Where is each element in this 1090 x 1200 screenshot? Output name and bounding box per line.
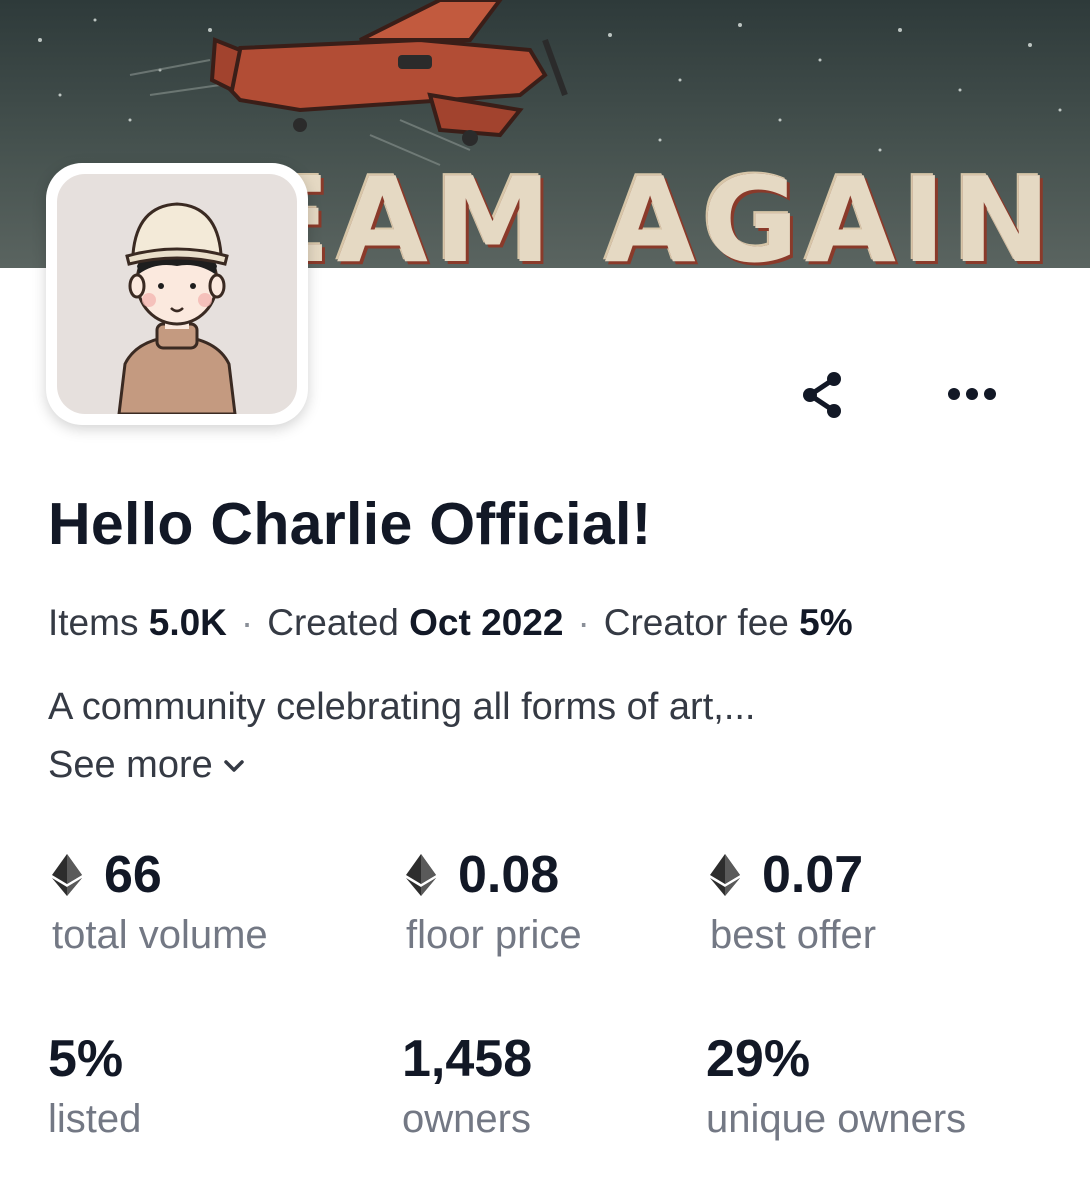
floor-price-value: 0.08 bbox=[458, 846, 560, 904]
collection-description: A community celebrating all forms of art… bbox=[48, 686, 756, 728]
owners-value: 1,458 bbox=[402, 1030, 533, 1088]
more-horizontal-icon bbox=[948, 388, 996, 400]
collection-meta: Items 5.0K · Created Oct 2022 · Creator fee … bbox=[48, 602, 853, 644]
meta-separator: · bbox=[240, 602, 254, 643]
see-more-label: See more bbox=[48, 744, 213, 786]
ethereum-icon bbox=[406, 854, 436, 896]
avatar-illustration bbox=[57, 174, 297, 414]
stat-listed: 5% listed bbox=[48, 1030, 141, 1142]
banner-lettering: EAM AGAIN bbox=[250, 151, 1057, 268]
airplane-illustration bbox=[209, 0, 568, 146]
total-volume-label: total volume bbox=[52, 913, 268, 957]
total-volume-value: 66 bbox=[104, 846, 162, 904]
created-label: Created bbox=[267, 602, 399, 643]
collection-title: Hello Charlie Official! bbox=[48, 491, 652, 557]
stat-unique-owners: 29% unique owners bbox=[706, 1030, 966, 1142]
best-offer-value: 0.07 bbox=[762, 846, 864, 904]
items-value: 5.0K bbox=[148, 602, 227, 643]
share-icon bbox=[803, 372, 841, 418]
unique-owners-label: unique owners bbox=[706, 1097, 967, 1141]
items-label: Items bbox=[48, 602, 139, 643]
collection-avatar bbox=[46, 163, 308, 425]
stat-floor-price: 0.08 floor price bbox=[406, 846, 582, 958]
owners-label: owners bbox=[402, 1097, 531, 1141]
stat-total-volume: 66 total volume bbox=[52, 846, 268, 958]
created-value: Oct 2022 bbox=[409, 602, 564, 643]
more-options-button[interactable] bbox=[940, 368, 1004, 420]
ethereum-icon bbox=[52, 854, 82, 896]
creator-fee-value: 5% bbox=[799, 602, 853, 643]
unique-owners-value: 29% bbox=[706, 1030, 811, 1088]
listed-label: listed bbox=[48, 1097, 142, 1141]
chevron-down-icon bbox=[224, 759, 244, 772]
best-offer-label: best offer bbox=[710, 913, 877, 957]
stat-owners: 1,458 owners bbox=[402, 1030, 532, 1142]
stat-best-offer: 0.07 best offer bbox=[710, 846, 876, 958]
creator-fee-label: Creator fee bbox=[603, 602, 789, 643]
see-more-button[interactable]: See more bbox=[48, 744, 245, 787]
floor-price-label: floor price bbox=[406, 913, 582, 957]
listed-value: 5% bbox=[48, 1030, 124, 1088]
meta-separator: · bbox=[577, 602, 590, 643]
share-button[interactable] bbox=[790, 365, 854, 425]
ethereum-icon bbox=[710, 854, 740, 896]
